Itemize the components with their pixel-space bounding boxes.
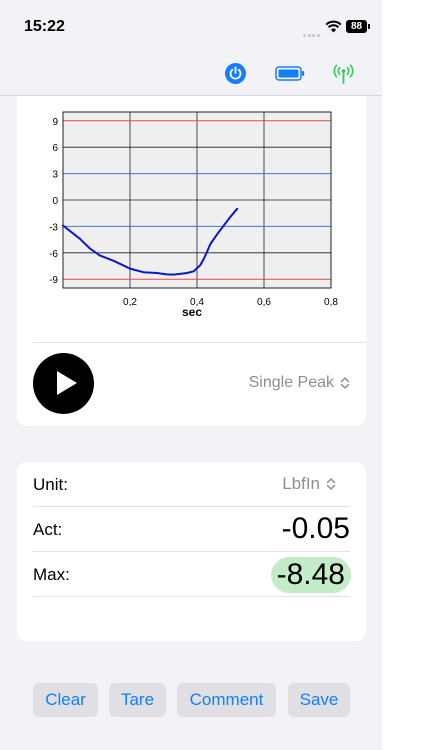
battery-icon[interactable] — [275, 66, 305, 81]
battery-level-badge: 88 — [346, 20, 367, 33]
cellular-signal-icon — [303, 27, 321, 45]
card-divider — [33, 342, 366, 343]
y-tick-label: -6 — [49, 249, 58, 260]
status-bar: 15:22 88 — [0, 0, 382, 50]
x-axis-label: sec — [182, 305, 202, 319]
act-label: Act: — [33, 520, 63, 539]
force-chart: 9630-3-6-90,2 0,4 0,6 0,8sec — [49, 111, 338, 319]
mode-select-label: Single Peak — [248, 374, 334, 391]
tare-button[interactable]: Tare — [109, 683, 166, 717]
chevron-updown-icon — [326, 478, 336, 490]
max-label: Max: — [33, 565, 70, 584]
x-tick-label: 0,6 — [257, 297, 271, 308]
toolbar — [0, 50, 382, 96]
chart-card: 9 6 3 0 -3 -6 -9 0,2 0,4 0,6 0,8 sec Single Peak — [17, 96, 366, 426]
wifi-icon — [325, 20, 342, 33]
x-tick-label: 0,8 — [324, 297, 338, 308]
readings-card: Unit: LbfIn Act: -0.05 Max: -8.48 — [17, 462, 366, 641]
act-row: Act: -0.05 — [33, 507, 350, 552]
comment-button[interactable]: Comment — [177, 683, 276, 717]
status-time: 15:22 — [24, 18, 65, 35]
act-value: -0.05 — [281, 512, 350, 545]
max-value: -8.48 — [270, 557, 351, 593]
save-button[interactable]: Save — [288, 683, 350, 717]
app-screen: 15:22 88 9 6 3 0 -3 -6 -9 0,2 0,4 0,6 0,… — [0, 0, 382, 750]
y-tick-label: 3 — [52, 170, 58, 181]
play-icon — [57, 371, 77, 395]
y-tick-label: 9 — [52, 117, 58, 128]
x-tick-label: 0,2 — [123, 297, 137, 308]
clear-button[interactable]: Clear — [33, 683, 98, 717]
unit-select[interactable]: LbfIn — [282, 474, 336, 494]
max-row: Max: -8.48 — [33, 552, 351, 597]
mode-select[interactable]: Single Peak — [249, 374, 350, 392]
unit-select-value: LbfIn — [282, 474, 320, 493]
battery-tip — [368, 24, 370, 29]
antenna-icon[interactable] — [332, 63, 355, 85]
y-tick-label: 6 — [52, 143, 58, 154]
unit-row: Unit: LbfIn — [33, 462, 350, 507]
y-tick-label: 0 — [52, 196, 58, 207]
y-tick-label: -9 — [49, 275, 58, 286]
chevron-updown-icon — [340, 377, 350, 389]
play-button[interactable] — [33, 353, 94, 414]
power-icon[interactable] — [225, 63, 246, 84]
y-tick-label: -3 — [49, 222, 58, 233]
unit-label: Unit: — [33, 475, 68, 494]
